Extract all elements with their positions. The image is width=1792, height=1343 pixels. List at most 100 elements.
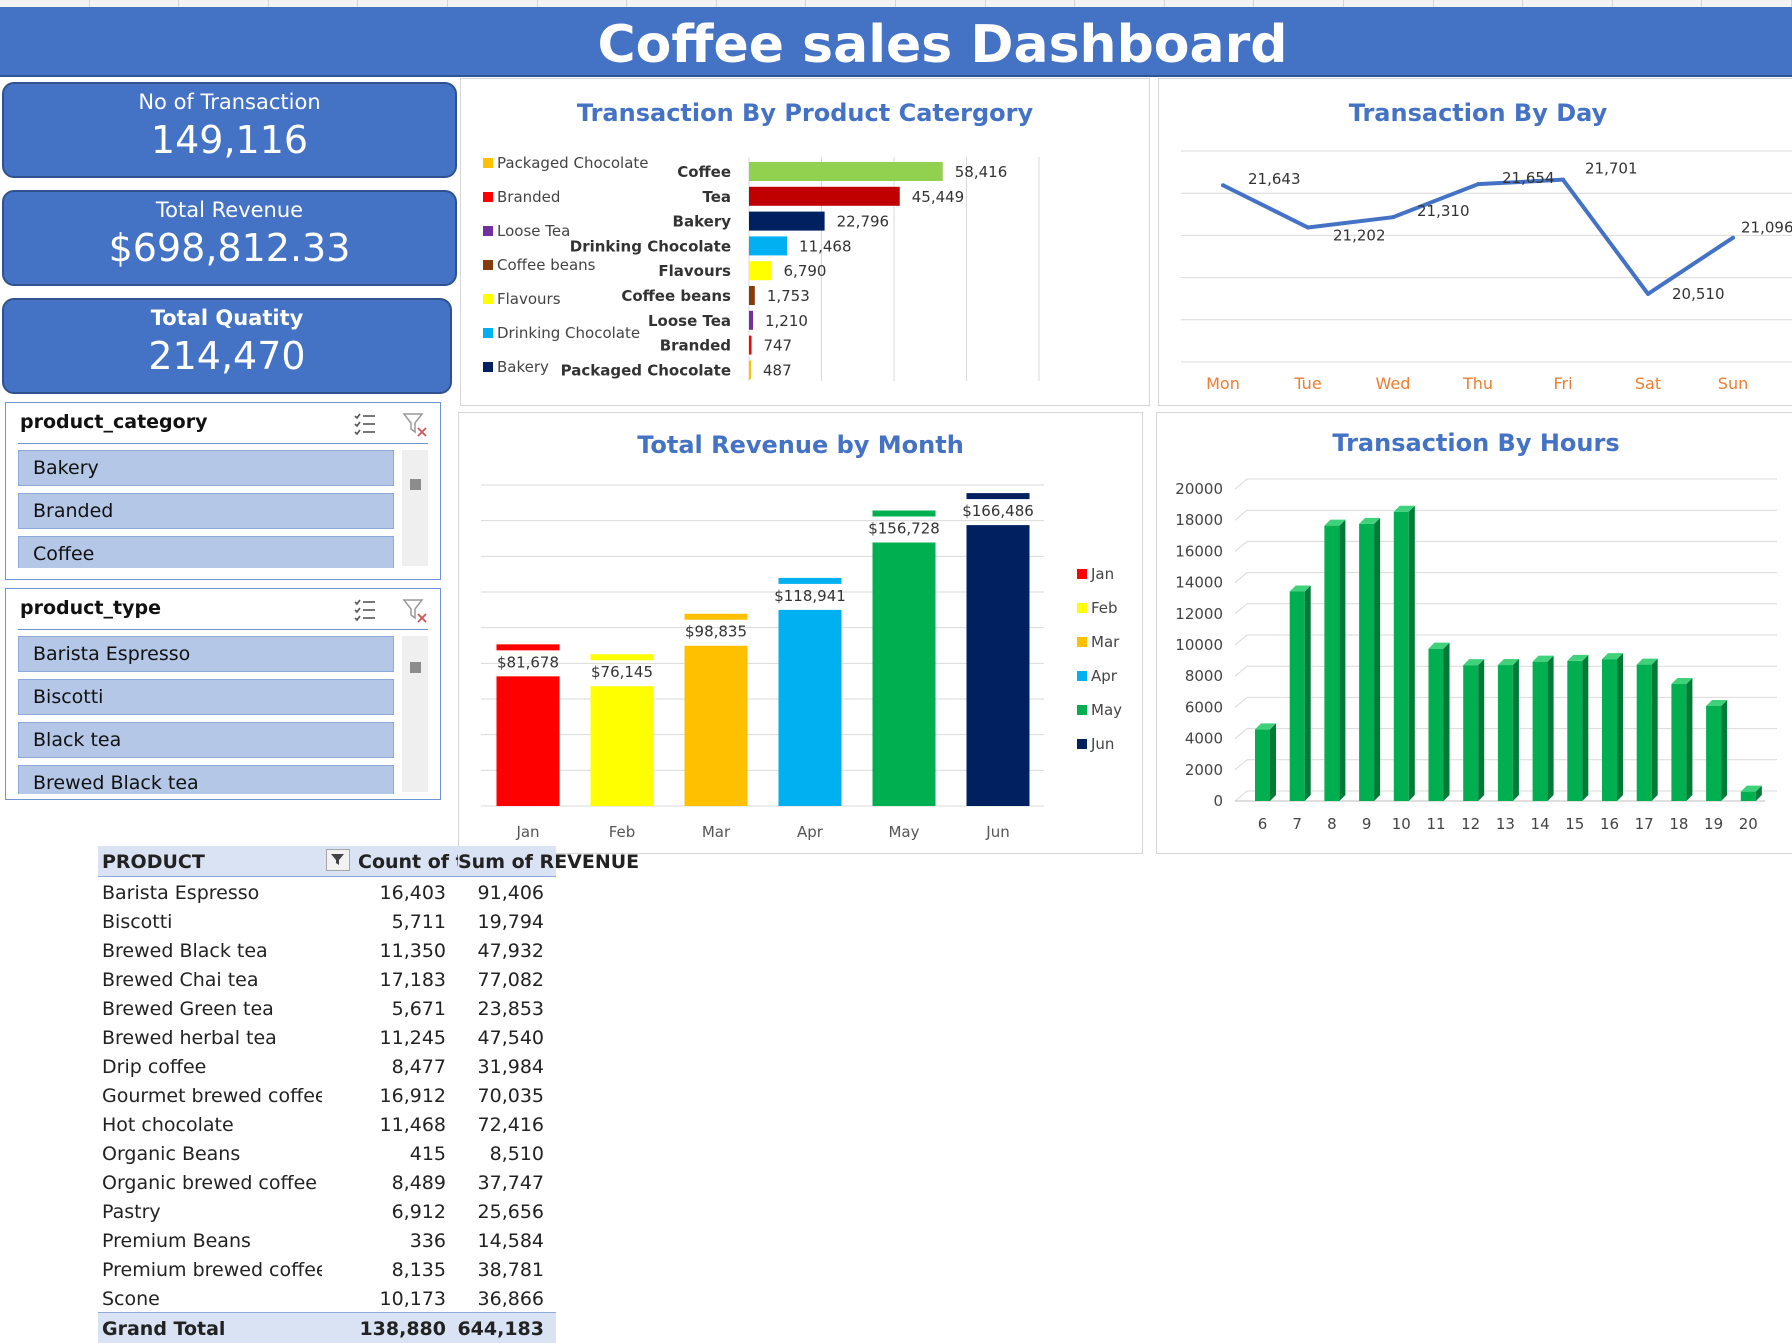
slicer-item-biscotti[interactable]: Biscotti [18, 679, 394, 715]
bar-cap [778, 577, 842, 584]
table-row[interactable]: Brewed Black tea 11,350 47,932 [98, 935, 556, 964]
table-row[interactable]: Organic brewed coffee 8,489 37,747 [98, 1167, 556, 1196]
data-point [1646, 291, 1650, 296]
table-row[interactable]: Pastry 6,912 25,656 [98, 1196, 556, 1225]
gridline [1234, 697, 1248, 708]
data-label: $76,145 [591, 663, 653, 681]
x-tick-label: May [888, 823, 919, 841]
bar [1393, 511, 1409, 801]
kpi-revenue-card[interactable]: Total Revenue $698,812.33 [2, 190, 457, 286]
x-tick-label: 6 [1258, 815, 1268, 833]
dashboard-title: Coffee sales Dashboard [597, 15, 1288, 75]
category-tick-label: Branded [660, 337, 731, 355]
table-row[interactable]: Brewed herbal tea 11,245 47,540 [98, 1022, 556, 1051]
gridline [1234, 728, 1248, 739]
legend-label: Flavours [497, 290, 561, 308]
kpi-value: 214,470 [148, 334, 306, 378]
month-chart-panel[interactable]: Total Revenue by Month $81,678 Jan $76,145… [458, 412, 1143, 854]
clear-filter-icon[interactable] [402, 597, 428, 623]
slicer-item-black-tea[interactable]: Black tea [18, 722, 394, 758]
slicer-scrollbar[interactable] [402, 636, 428, 792]
pivot-cell-count: 8,135 [391, 1259, 446, 1281]
pivot-cell-revenue: 19,794 [477, 911, 544, 933]
gridline [1234, 603, 1248, 615]
hours-chart-panel[interactable]: Transaction By Hours 0 2000 4000 6000 8000 10… [1156, 412, 1792, 854]
bar [749, 360, 751, 380]
pivot-cell-count: 11,350 [379, 940, 446, 962]
table-row[interactable]: Brewed Green tea 5,671 23,853 [98, 993, 556, 1022]
bar [966, 525, 1030, 806]
category-chart-panel[interactable]: Transaction By Product Catergory Coffee 5… [460, 78, 1150, 406]
table-row[interactable]: Drip coffee 8,477 31,984 [98, 1051, 556, 1080]
multi-select-icon[interactable] [352, 411, 378, 437]
gridline [1234, 759, 1248, 771]
table-row[interactable]: Organic Beans 415 8,510 [98, 1138, 556, 1167]
product-category-slicer[interactable]: product_category Bakery Branded Coffee [5, 402, 441, 580]
table-row[interactable]: Premium Beans 336 14,584 [98, 1225, 556, 1254]
x-tick-label: 18 [1669, 815, 1688, 833]
y-tick-label: 20000 [1175, 480, 1223, 498]
pivot-cell-revenue: 23,853 [477, 998, 544, 1020]
pivot-cell-product: Pastry [102, 1201, 161, 1223]
bar [590, 686, 654, 806]
legend-label: Jan [1090, 565, 1114, 583]
pivot-cell-count: 415 [409, 1143, 446, 1165]
multi-select-icon[interactable] [352, 597, 378, 623]
y-tick-label: 8000 [1185, 667, 1223, 685]
pivot-header-revenue[interactable]: Sum of REVENUE [458, 851, 639, 873]
day-chart-panel[interactable]: Transaction By Day 21,643 21,202 21,310 21,… [1158, 78, 1792, 406]
pivot-header: PRODUCT Count of transaction_qty Sum of … [98, 846, 639, 877]
bar-side [1651, 658, 1658, 801]
bar-cap [590, 654, 654, 661]
table-row[interactable]: Hot chocolate 11,468 72,416 [98, 1109, 556, 1138]
table-row[interactable]: Scone 10,173 36,866 [98, 1283, 556, 1312]
slicer-scrollbar[interactable] [402, 450, 428, 566]
x-tick-label: Feb [609, 823, 636, 841]
slicer-header: product_category [18, 403, 428, 444]
pivot-table[interactable]: PRODUCT Count of transaction_qty Sum of … [98, 846, 639, 1343]
bar [1289, 591, 1305, 801]
kpi-value: 149,116 [150, 118, 309, 162]
product-type-slicer[interactable]: product_type Barista Espresso Biscotti B… [5, 588, 441, 800]
pivot-header-count[interactable]: Count of transaction_qty [358, 851, 458, 873]
pivot-header-product[interactable]: PRODUCT [102, 851, 322, 873]
kpi-transactions-card[interactable]: No of Transaction 149,116 [2, 82, 457, 178]
y-tick-label: 18000 [1175, 511, 1223, 529]
table-row[interactable]: Premium brewed coffee 8,135 38,781 [98, 1254, 556, 1283]
table-row[interactable]: Biscotti 5,711 19,794 [98, 906, 556, 935]
slicer-item-bakery[interactable]: Bakery [18, 450, 394, 486]
category-tick-label: Flavours [658, 262, 731, 280]
x-tick-label: 15 [1565, 815, 1584, 833]
data-point [1306, 225, 1310, 230]
pivot-cell-product: Organic Beans [102, 1143, 241, 1165]
x-tick-label: Apr [797, 823, 824, 841]
legend-label: Jun [1090, 735, 1114, 753]
kpi-quantity-card[interactable]: Total Quatity 214,470 [2, 298, 452, 394]
filter-dropdown-icon[interactable] [326, 849, 350, 871]
pivot-cell-count: 336 [409, 1230, 446, 1252]
x-tick-label: 13 [1496, 815, 1515, 833]
slicer-item-brewed-black-tea[interactable]: Brewed Black tea [18, 765, 394, 794]
clear-filter-icon[interactable] [402, 411, 428, 437]
legend-swatch [1077, 569, 1087, 579]
slicer-item-barista-espresso[interactable]: Barista Espresso [18, 636, 394, 672]
x-tick-label: Sat [1635, 374, 1661, 393]
data-label: $118,941 [774, 587, 846, 605]
x-tick-label: Fri [1553, 374, 1572, 393]
slicer-item-branded[interactable]: Branded [18, 493, 394, 529]
pivot-cell-product: Barista Espresso [102, 882, 260, 904]
category-tick-label: Coffee [677, 163, 731, 181]
pivot-cell-count: 16,912 [379, 1085, 446, 1107]
pivot-cell-product: Brewed herbal tea [102, 1027, 277, 1049]
data-label: 487 [763, 361, 792, 379]
table-row[interactable]: Barista Espresso 16,403 91,406 [98, 877, 556, 906]
pivot-total-count: 138,880 [359, 1318, 446, 1340]
table-row[interactable]: Brewed Chai tea 17,183 77,082 [98, 964, 556, 993]
bar [749, 186, 900, 206]
series-line [1222, 177, 1735, 296]
y-tick-label: 2000 [1185, 761, 1223, 779]
bar [749, 310, 754, 330]
table-row[interactable]: Gourmet brewed coffee 16,912 70,035 [98, 1080, 556, 1109]
bar-side [1304, 585, 1311, 801]
slicer-item-coffee[interactable]: Coffee [18, 536, 394, 568]
